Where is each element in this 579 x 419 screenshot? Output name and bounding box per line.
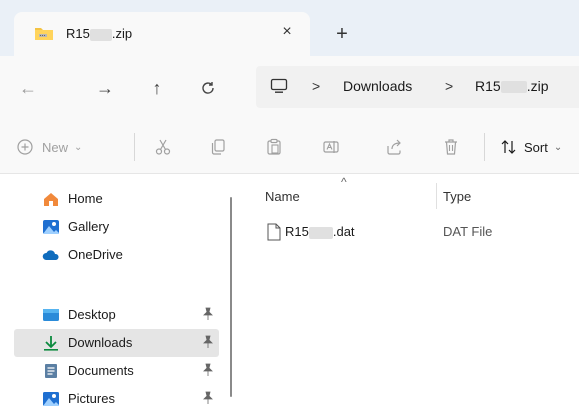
new-tab-button[interactable]: + bbox=[330, 24, 354, 48]
sidebar-item-documents[interactable]: Documents bbox=[14, 357, 219, 385]
navigation-pane: Home Gallery OneDrive Desktop Downloads bbox=[0, 175, 245, 419]
breadcrumb-zip[interactable]: R15xx.zip bbox=[475, 78, 548, 94]
column-divider[interactable] bbox=[436, 183, 437, 209]
table-row[interactable]: R15xx.dat DAT File bbox=[263, 221, 579, 245]
sidebar-item-home[interactable]: Home bbox=[14, 185, 219, 213]
new-button[interactable]: New ⌄ bbox=[16, 137, 82, 157]
refresh-icon bbox=[202, 82, 214, 94]
sidebar-item-label: Pictures bbox=[68, 391, 115, 406]
pictures-icon bbox=[42, 391, 60, 407]
file-name: R15xx.dat bbox=[285, 224, 355, 239]
pin-icon[interactable] bbox=[202, 335, 214, 349]
paste-button[interactable] bbox=[265, 137, 283, 157]
home-icon bbox=[42, 191, 60, 207]
navigation-bar: ← → ↑ > Downloads > R15xx.zip bbox=[0, 56, 579, 119]
forward-button[interactable]: → bbox=[93, 76, 117, 100]
refresh-button[interactable] bbox=[196, 76, 220, 100]
breadcrumb-downloads[interactable]: Downloads bbox=[343, 78, 412, 94]
new-icon bbox=[17, 139, 33, 155]
sort-button[interactable]: Sort ⌄ bbox=[500, 137, 562, 157]
sidebar-item-label: OneDrive bbox=[68, 247, 123, 262]
column-header-type[interactable]: Type bbox=[443, 189, 471, 204]
sort-ascending-icon: ^ bbox=[341, 175, 347, 189]
sidebar-item-onedrive[interactable]: OneDrive bbox=[14, 241, 219, 269]
sort-icon bbox=[501, 140, 516, 154]
desktop-icon bbox=[42, 307, 60, 323]
up-button[interactable]: ↑ bbox=[145, 76, 169, 100]
address-bar[interactable]: > Downloads > R15xx.zip bbox=[256, 66, 579, 108]
cut-button[interactable] bbox=[154, 137, 172, 157]
sidebar-item-pictures[interactable]: Pictures bbox=[14, 385, 219, 413]
sidebar-item-desktop[interactable]: Desktop bbox=[14, 301, 219, 329]
close-tab-button[interactable]: × bbox=[277, 22, 297, 42]
sidebar-scrollbar[interactable] bbox=[230, 197, 232, 397]
zip-folder-icon bbox=[34, 25, 54, 41]
sidebar-item-label: Desktop bbox=[68, 307, 116, 322]
downloads-icon bbox=[42, 335, 60, 351]
copy-button[interactable] bbox=[209, 137, 227, 157]
rename-icon bbox=[323, 141, 339, 153]
copy-icon bbox=[211, 139, 225, 155]
gallery-icon bbox=[42, 219, 60, 235]
tab-active[interactable]: R15xx.zip × bbox=[14, 12, 310, 56]
file-list: ^ Name Type R15xx.dat DAT File bbox=[245, 175, 579, 419]
pin-icon[interactable] bbox=[202, 391, 214, 405]
breadcrumb-separator: > bbox=[312, 78, 321, 94]
toolbar-divider bbox=[484, 133, 485, 161]
delete-icon bbox=[445, 139, 457, 155]
delete-button[interactable] bbox=[442, 137, 460, 157]
file-type: DAT File bbox=[443, 224, 493, 239]
command-bar: New ⌄ Sort ⌄ bbox=[0, 119, 579, 174]
file-icon bbox=[267, 223, 281, 241]
breadcrumb-separator: > bbox=[445, 78, 454, 94]
sidebar-item-downloads[interactable]: Downloads bbox=[14, 329, 219, 357]
cut-icon bbox=[155, 139, 171, 155]
sidebar-item-label: Home bbox=[68, 191, 103, 206]
sidebar-item-label: Downloads bbox=[68, 335, 133, 350]
rename-button[interactable] bbox=[322, 137, 340, 157]
sidebar-item-label: Documents bbox=[68, 363, 134, 378]
back-button[interactable]: ← bbox=[16, 76, 40, 100]
toolbar-divider bbox=[134, 133, 135, 161]
paste-icon bbox=[267, 138, 281, 155]
tab-strip: R15xx.zip × + bbox=[0, 0, 579, 56]
this-pc-icon bbox=[270, 78, 288, 94]
sidebar-item-label: Gallery bbox=[68, 219, 110, 234]
tab-title: R15xx.zip bbox=[66, 26, 133, 41]
share-icon bbox=[387, 139, 401, 155]
pin-icon[interactable] bbox=[202, 363, 214, 377]
pin-icon[interactable] bbox=[202, 307, 214, 321]
sidebar-item-gallery[interactable]: Gallery bbox=[14, 213, 219, 241]
onedrive-icon bbox=[42, 247, 60, 263]
share-button[interactable] bbox=[385, 137, 403, 157]
column-header-name[interactable]: Name bbox=[265, 189, 300, 204]
documents-icon bbox=[42, 363, 60, 379]
